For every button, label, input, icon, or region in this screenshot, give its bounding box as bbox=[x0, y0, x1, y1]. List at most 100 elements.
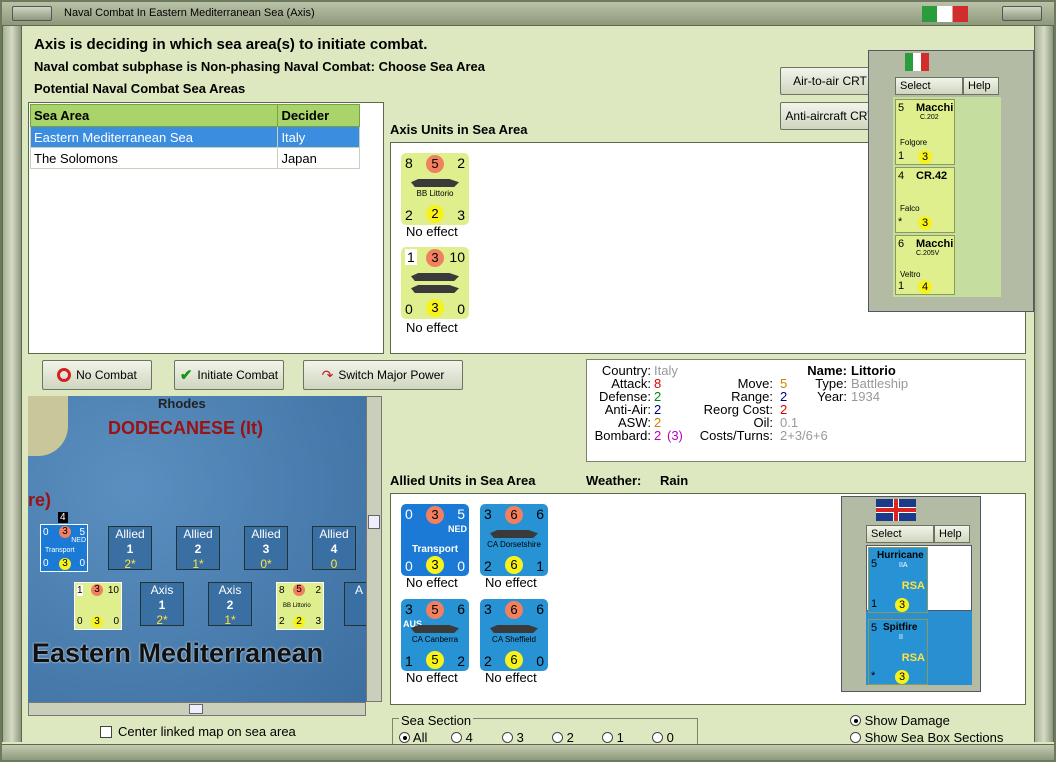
map-vertical-scrollbar[interactable] bbox=[366, 396, 382, 702]
table-row[interactable]: Eastern Mediterranean Sea Italy bbox=[29, 126, 360, 148]
map-counter-transport[interactable]: 0 3 5 NED Transport 0 3 0 bbox=[40, 524, 88, 572]
air-stack: 5 Macchi C.202 Folgore 1 3 4 CR.42 Falco… bbox=[893, 97, 1001, 297]
air-counter-hurricane[interactable]: 5 Hurricane IIA RSA 1 3 bbox=[868, 547, 928, 613]
show-sea-box-sections-option[interactable]: Show Sea Box Sections bbox=[850, 730, 1003, 745]
no-entry-icon bbox=[57, 368, 72, 382]
combat-result: No effect bbox=[406, 575, 458, 590]
unit-counter-transport[interactable]: 0 3 5 NED Transport 0 3 0 bbox=[401, 504, 469, 576]
map-horizontal-scrollbar[interactable] bbox=[28, 702, 366, 716]
title-bar: Naval Combat In Eastern Mediterranean Se… bbox=[2, 2, 1054, 26]
scroll-thumb[interactable] bbox=[189, 704, 203, 714]
sea-section-4[interactable]: 4 bbox=[451, 730, 473, 745]
combat-result: No effect bbox=[406, 320, 458, 335]
sea-section-all[interactable]: All bbox=[399, 730, 427, 745]
axis-units-title: Axis Units in Sea Area bbox=[390, 122, 528, 137]
table-row[interactable]: The Solomons Japan bbox=[29, 147, 360, 169]
allied-sea-box-4[interactable]: Allied 4 0 bbox=[312, 526, 356, 571]
naval-combat-window: Naval Combat In Eastern Mediterranean Se… bbox=[0, 0, 1056, 762]
combat-result: No effect bbox=[485, 575, 537, 590]
italy-flag-icon bbox=[922, 6, 968, 22]
sea-section-3[interactable]: 3 bbox=[502, 730, 524, 745]
battleship-icon bbox=[411, 179, 459, 187]
dodecanese-label: DODECANESE (It) bbox=[108, 418, 264, 438]
checkmark-icon: ✔ bbox=[179, 367, 193, 384]
left-frame-rail bbox=[2, 26, 22, 742]
sea-section-0[interactable]: 0 bbox=[652, 730, 674, 745]
switch-major-power-button[interactable]: ↷ Switch Major Power bbox=[303, 360, 463, 390]
window-menu-button[interactable] bbox=[12, 6, 52, 21]
help-button[interactable]: Help bbox=[934, 525, 970, 543]
sea-area-table: Sea Area Decider Eastern Mediterranean S… bbox=[29, 104, 360, 169]
switch-arrow-icon: ↷ bbox=[321, 366, 334, 383]
show-damage-option[interactable]: Show Damage bbox=[850, 713, 950, 728]
sea-section-group: Sea Section All 4 3 2 1 0 bbox=[392, 713, 698, 746]
transport-ship-icon bbox=[411, 285, 459, 293]
sea-area-cell[interactable]: The Solomons bbox=[29, 147, 279, 169]
unit-counter-stack[interactable]: 1 3 10 0 3 0 bbox=[401, 247, 469, 319]
cruiser-icon bbox=[490, 530, 538, 538]
air-stack: 5 Hurricane IIA RSA 1 3 5 Spitfire II RS… bbox=[866, 545, 972, 685]
map-counter-bb-littorio[interactable]: 8 5 2 BB Littorio 2 2 3 bbox=[276, 582, 324, 630]
window-close-button[interactable] bbox=[1002, 6, 1042, 21]
column-sea-area[interactable]: Sea Area bbox=[29, 104, 279, 127]
air-counter-cr42[interactable]: 4 CR.42 Falco * 3 bbox=[895, 167, 955, 233]
right-frame-rail bbox=[1034, 26, 1054, 742]
decider-cell[interactable]: Italy bbox=[277, 126, 360, 148]
sea-section-2[interactable]: 2 bbox=[552, 730, 574, 745]
air-to-air-crt-button[interactable]: Air-to-air CRT bbox=[780, 67, 880, 95]
table-header-row: Sea Area Decider bbox=[29, 104, 360, 127]
transport-ship-icon bbox=[411, 273, 459, 281]
scroll-thumb[interactable] bbox=[368, 515, 380, 529]
allied-units-title: Allied Units in Sea Area bbox=[390, 473, 536, 488]
axis-air-units-popup: Select Help 5 Macchi C.202 Folgore 1 3 4… bbox=[868, 50, 1034, 312]
air-counter-macchi-c205v[interactable]: 6 Macchi C.205V Veltro 1 4 bbox=[895, 235, 955, 295]
land-mass bbox=[28, 396, 68, 456]
select-button[interactable]: Select bbox=[895, 77, 963, 95]
sea-area-cell[interactable]: Eastern Mediterranean Sea bbox=[29, 126, 279, 148]
weather-label: Weather: bbox=[586, 473, 642, 488]
center-map-checkbox[interactable]: Center linked map on sea area bbox=[100, 724, 296, 739]
combat-result: No effect bbox=[406, 670, 458, 685]
combat-result: No effect bbox=[485, 670, 537, 685]
unit-info-panel: Country: Italy Attack: 8 Defense: 2 Anti… bbox=[586, 359, 1026, 462]
sea-areas-heading: Potential Naval Combat Sea Areas bbox=[34, 81, 246, 96]
help-button[interactable]: Help bbox=[963, 77, 999, 95]
initiate-combat-button[interactable]: ✔ Initiate Combat bbox=[174, 360, 284, 390]
combat-result: No effect bbox=[406, 224, 458, 239]
air-counter-spitfire[interactable]: 5 Spitfire II RSA * 3 bbox=[868, 619, 928, 685]
anti-aircraft-crt-button[interactable]: Anti-aircraft CRT bbox=[780, 102, 880, 130]
rhodes-label: Rhodes bbox=[158, 396, 206, 411]
cruiser-icon bbox=[411, 625, 459, 633]
decider-cell[interactable]: Japan bbox=[277, 147, 360, 169]
select-button[interactable]: Select bbox=[866, 525, 934, 543]
unit-counter-ca-dorsetshire[interactable]: 3 6 6 CA Dorsetshire 2 6 1 bbox=[480, 504, 548, 576]
sea-section-1[interactable]: 1 bbox=[602, 730, 624, 745]
phase-status: Axis is deciding in which sea area(s) to… bbox=[34, 36, 428, 53]
axis-sea-box-1[interactable]: Axis 1 2* bbox=[140, 582, 184, 627]
unit-counter-bb-littorio[interactable]: 8 5 2 BB Littorio 2 2 3 bbox=[401, 153, 469, 225]
italy-flag-icon bbox=[905, 53, 929, 71]
weather-value: Rain bbox=[660, 473, 689, 488]
sea-area-name-label: Eastern Mediterranean bbox=[32, 638, 324, 668]
air-counter-macchi-c202[interactable]: 5 Macchi C.202 Folgore 1 3 bbox=[895, 99, 955, 165]
map-counter-axis-stack[interactable]: 1 3 10 0 3 0 bbox=[74, 582, 122, 630]
unit-counter-ca-sheffield[interactable]: 3 6 6 CA Sheffield 2 6 0 bbox=[480, 599, 548, 671]
no-combat-button[interactable]: No Combat bbox=[42, 360, 152, 390]
window-title: Naval Combat In Eastern Mediterranean Se… bbox=[64, 7, 315, 19]
region-label: re) bbox=[28, 490, 52, 510]
allied-sea-box-2[interactable]: Allied 2 1* bbox=[176, 526, 220, 571]
column-decider[interactable]: Decider bbox=[277, 104, 360, 127]
allied-sea-box-1[interactable]: Allied 1 2* bbox=[108, 526, 152, 571]
allied-air-units-popup: Select Help 5 Hurricane IIA RSA 1 3 5 Sp… bbox=[841, 496, 981, 692]
allied-sea-box-3[interactable]: Allied 3 0* bbox=[244, 526, 288, 571]
sea-area-map[interactable]: Rhodes DODECANESE (It) re) 0 3 5 NED Tra… bbox=[28, 396, 366, 702]
axis-sea-box-3[interactable]: A bbox=[344, 582, 366, 626]
stack-count-badge: 4 bbox=[58, 512, 68, 523]
axis-sea-box-2[interactable]: Axis 2 1* bbox=[208, 582, 252, 627]
bottom-frame-bar bbox=[2, 744, 1054, 760]
subphase-status: Naval combat subphase is Non-phasing Nav… bbox=[34, 59, 486, 74]
checkbox[interactable] bbox=[100, 725, 112, 738]
unit-counter-ca-canberra[interactable]: 3 5 6 AUS CA Canberra 1 5 2 bbox=[401, 599, 469, 671]
allied-units-panel: 0 3 5 NED Transport 0 3 0 No effect 3 6 … bbox=[390, 493, 1026, 705]
cruiser-icon bbox=[490, 625, 538, 633]
